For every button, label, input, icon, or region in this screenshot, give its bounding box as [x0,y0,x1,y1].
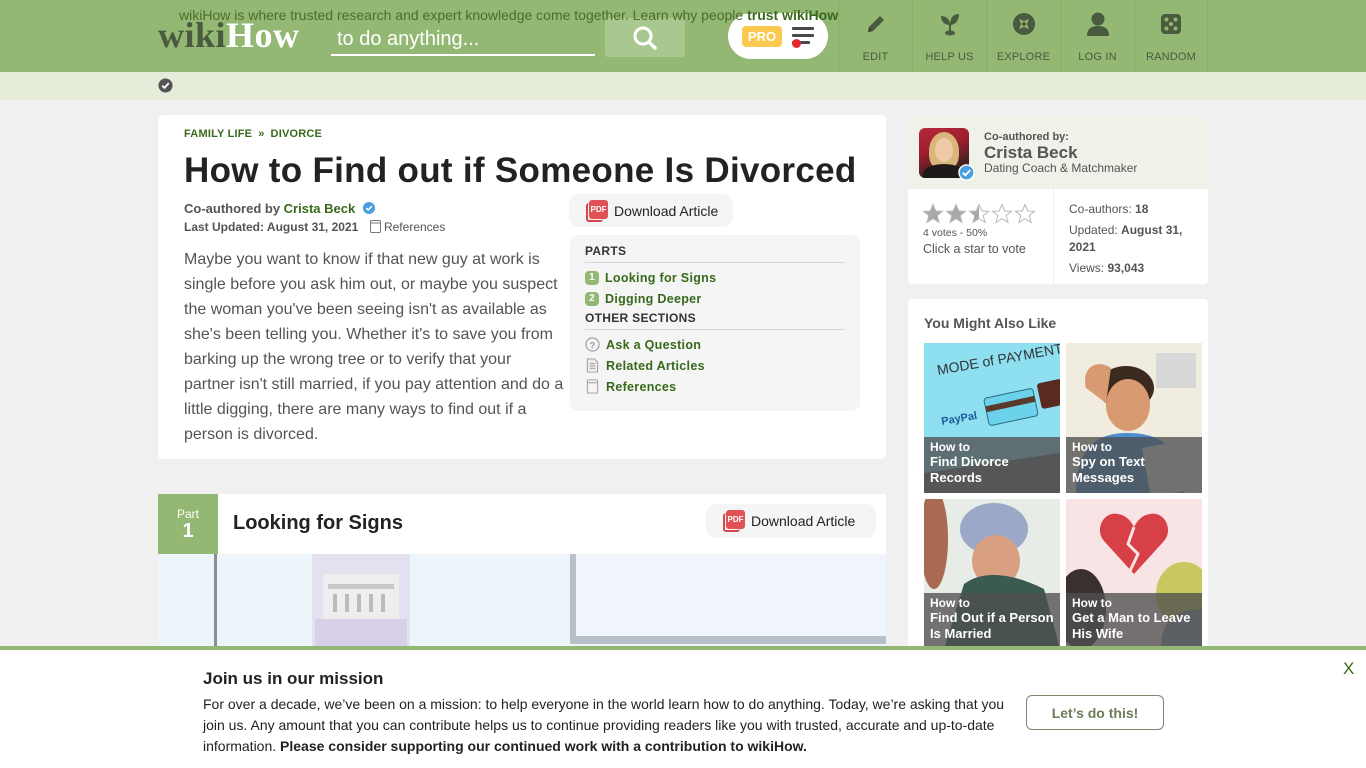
author-name[interactable]: Crista Beck [984,143,1078,163]
pdf-icon: PDF [723,510,745,532]
related-item[interactable]: How to Spy on Text Messages [1066,343,1202,493]
nav-random[interactable]: RANDOM [1134,0,1208,72]
breadcrumb: FAMILY LIFE» DIVORCE [184,128,323,140]
star-2[interactable] [945,203,967,225]
user-icon [1086,11,1110,37]
author-info: Co-authored by: Crista Beck Dating Coach… [908,116,1208,189]
mission-banner: Join us in our mission For over a decade… [0,646,1366,768]
compass-icon [1011,11,1037,37]
related-caption: How to Find Out if a Person Is Married [924,593,1060,649]
breadcrumb-divorce[interactable]: DIVORCE [271,128,323,140]
related-item[interactable]: How to Find Out if a Person Is Married [924,499,1060,649]
toc-other-heading: OTHER SECTIONS [585,311,845,330]
contribute-button[interactable]: Let’s do this! [1026,695,1164,730]
check-badge-icon [158,78,173,93]
page-title: How to Find out if Someone Is Divorced [184,151,857,190]
author-card: Co-authored by: Crista Beck Dating Coach… [908,116,1208,284]
part-badge: Part 1 [158,494,218,554]
search-icon [633,26,657,50]
vote-prompt: Click a star to vote [923,242,1026,256]
nav-edit[interactable]: EDIT [838,0,912,72]
related-item[interactable]: MODE of PAYMENT PayPal How to Find Divorc… [924,343,1060,493]
toc-part-2[interactable]: 2 Digging Deeper [585,288,845,309]
search-button[interactable] [605,18,685,57]
intro-paragraph: Maybe you want to know if that new guy a… [184,251,564,443]
references-link[interactable]: References [369,220,445,234]
nav-help-us[interactable]: HELP US [912,0,986,72]
related-caption: How to Find Divorce Records [924,437,1060,493]
star-3[interactable] [968,203,990,225]
part-title: Looking for Signs [233,512,403,534]
pdf-icon: PDF [586,199,608,222]
mission-title: Join us in our mission [203,669,384,688]
document-icon [586,358,599,373]
star-rating[interactable] [922,203,1036,225]
notification-dot [792,39,802,48]
coauthors-stat: Co-authors: 18 [1069,202,1149,216]
pencil-icon [864,11,888,37]
related-caption: How to Get a Man to Leave His Wife [1066,593,1202,649]
question-circle-icon: ? [585,337,600,352]
step-illustration [158,554,886,646]
toc-parts-heading: PARTS [585,244,845,263]
trust-bar [0,72,1366,100]
nav-log-in[interactable]: LOG IN [1060,0,1134,72]
related-heading: You Might Also Like [924,315,1057,331]
related-articles: You Might Also Like MODE of PAYMENT PayP… [908,299,1208,649]
mission-text: For over a decade, we’ve been on a missi… [203,696,1005,754]
search-input[interactable] [331,20,595,56]
download-article-button-part[interactable]: PDF Download Article [706,504,876,538]
toc-part-1[interactable]: 1 Looking for Signs [585,267,845,288]
author-role: Dating Coach & Matchmaker [984,161,1138,175]
votes-count: 4 votes - 50% [923,227,988,239]
last-updated: Last Updated: August 31, 2021 References [184,220,446,234]
toc-related-articles[interactable]: Related Articles [585,355,845,376]
breadcrumb-family-life[interactable]: FAMILY LIFE [184,128,252,140]
related-caption: How to Spy on Text Messages [1066,437,1202,493]
menu-icon [792,27,815,48]
star-5[interactable] [1014,203,1036,225]
pro-badge: PRO [741,25,783,47]
article-stats: Co-authors: 18 Updated: August 31, 2021 … [1069,201,1199,281]
coauthor-line: Co-authored by Crista Beck [184,201,375,216]
article-intro-card: FAMILY LIFE» DIVORCE How to Find out if S… [158,115,886,459]
table-of-contents: PARTS 1 Looking for Signs 2 Digging Deeper… [570,235,860,411]
views-stat: Views: 93,043 [1069,261,1145,275]
close-banner-button[interactable]: X [1343,659,1354,679]
verified-icon [362,202,375,214]
rating-widget: 4 votes - 50% Click a star to vote [908,189,1054,284]
bookmark-icon [586,379,599,394]
header-nav: EDIT HELP US EXPLORE LOG IN RANDOM [838,0,1208,72]
star-4[interactable] [991,203,1013,225]
toc-ask-question[interactable]: ? Ask a Question [585,334,845,355]
dice-icon [1160,11,1182,37]
star-1[interactable] [922,203,944,225]
trust-message: wikiHow is where trusted research and ex… [179,7,839,23]
part-header: Part 1 Looking for Signs PDF Download Ar… [158,494,886,554]
author-link[interactable]: Crista Beck [284,201,356,216]
verified-icon [958,164,975,181]
nav-explore[interactable]: EXPLORE [986,0,1060,72]
download-article-button[interactable]: PDF Download Article [569,194,733,227]
svg-text:?: ? [590,340,596,350]
updated-stat: Updated: August 31, 2021 [1069,223,1183,254]
trust-wikihow-link[interactable]: trust wikiHow [747,7,838,23]
toc-references[interactable]: References [585,376,845,397]
related-item[interactable]: How to Get a Man to Leave His Wife [1066,499,1202,649]
sprout-icon [937,11,963,37]
bookmark-icon [369,220,381,233]
